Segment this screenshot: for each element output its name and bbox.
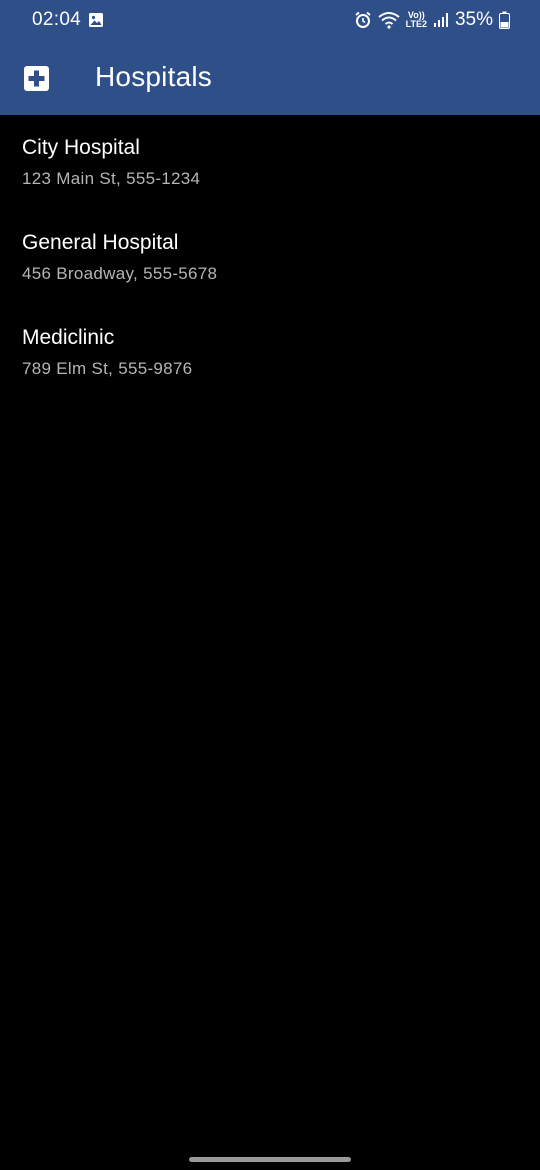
hospital-list: City Hospital 123 Main St, 555-1234 Gene… (0, 115, 540, 400)
volte-indicator: Vo)) LTE2 (406, 11, 427, 29)
gallery-notification-icon (88, 12, 104, 28)
app-bar: 02:04 Vo)) LTE2 35% Hospitals (0, 0, 540, 115)
alarm-icon (354, 11, 372, 29)
toolbar: Hospitals (0, 40, 540, 115)
lte-label: LTE2 (405, 19, 427, 29)
hospital-address-phone: 789 Elm St, 555-9876 (22, 359, 193, 378)
home-gesture-bar[interactable] (189, 1157, 351, 1162)
status-icons: Vo)) LTE2 35% (354, 8, 510, 32)
medical-cross-icon (24, 66, 49, 91)
hospital-name: General Hospital (22, 231, 179, 254)
status-time: 02:04 (32, 9, 82, 30)
wifi-icon (378, 11, 400, 29)
hospital-address-phone: 123 Main St, 555-1234 (22, 169, 201, 188)
battery-percentage: 35% (454, 9, 493, 30)
signal-icon (433, 12, 449, 28)
status-bar: 02:04 Vo)) LTE2 35% (0, 0, 540, 40)
hospital-item-mediclinic[interactable]: Mediclinic 789 Elm St, 555-9876 (0, 305, 540, 400)
battery-icon (499, 11, 510, 29)
hospital-name: City Hospital (22, 136, 140, 159)
hospital-name: Mediclinic (22, 326, 115, 349)
page-title: Hospitals (95, 61, 212, 92)
hospital-item-general-hospital[interactable]: General Hospital 456 Broadway, 555-5678 (0, 210, 540, 305)
hospital-address-phone: 456 Broadway, 555-5678 (22, 264, 218, 283)
hospital-item-city-hospital[interactable]: City Hospital 123 Main St, 555-1234 (0, 115, 540, 210)
screen: 02:04 Vo)) LTE2 35% Hospitals City Hospi… (0, 0, 540, 1170)
